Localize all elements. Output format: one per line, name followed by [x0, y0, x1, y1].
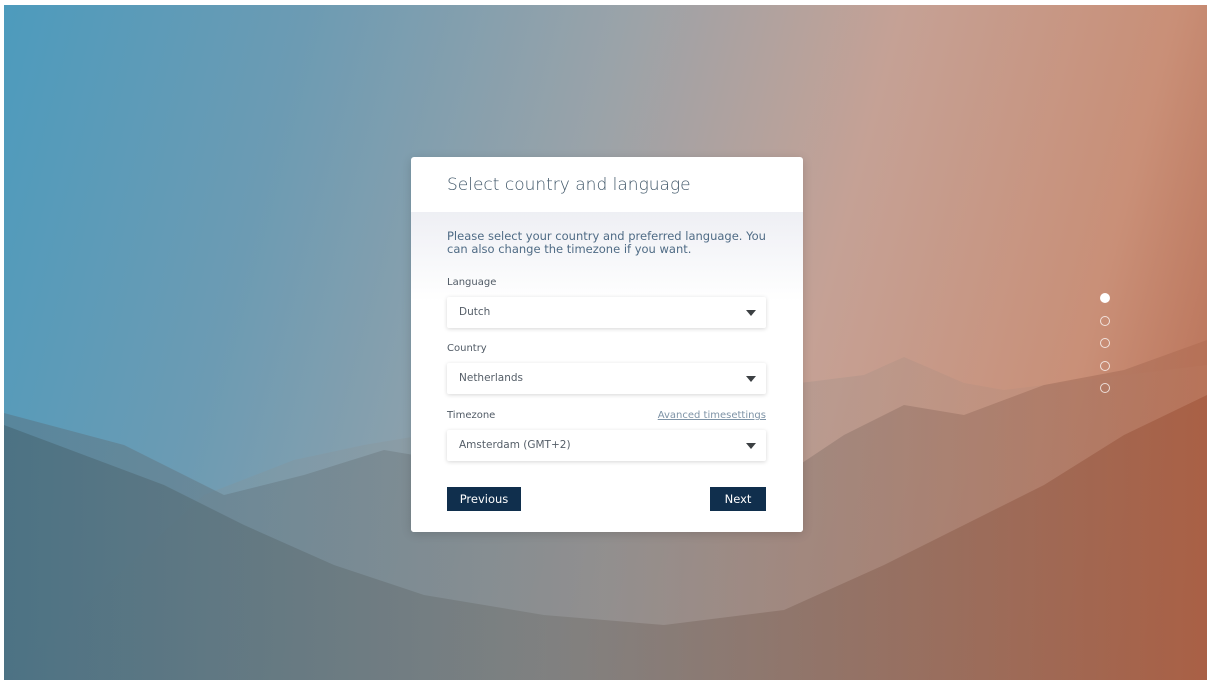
step-dot-1[interactable] — [1100, 293, 1110, 303]
chevron-down-icon — [746, 376, 756, 382]
timezone-value: Amsterdam (GMT+2) — [459, 439, 571, 451]
chevron-down-icon — [746, 310, 756, 316]
timezone-label: Timezone — [447, 410, 496, 421]
dialog-title: Select country and language — [447, 174, 691, 195]
language-select[interactable]: Dutch — [447, 297, 766, 328]
country-label: Country — [447, 343, 487, 354]
step-indicator — [1100, 293, 1110, 406]
next-button[interactable]: Next — [710, 487, 766, 511]
country-select[interactable]: Netherlands — [447, 363, 766, 394]
country-value: Netherlands — [459, 372, 524, 384]
setup-dialog: Select country and language Please selec… — [411, 157, 803, 532]
chevron-down-icon — [746, 443, 756, 449]
intro-text: Please select your country and preferred… — [447, 229, 766, 256]
previous-button[interactable]: Previous — [447, 487, 521, 511]
dialog-body: Please select your country and preferred… — [411, 212, 803, 532]
step-dot-4[interactable] — [1100, 360, 1110, 371]
step-dot-2[interactable] — [1100, 315, 1110, 326]
advanced-timesettings-link[interactable]: Avanced timesettings — [658, 410, 766, 421]
language-label: Language — [447, 277, 497, 288]
language-value: Dutch — [459, 306, 491, 318]
dialog-header: Select country and language — [411, 157, 803, 212]
step-dot-5[interactable] — [1100, 383, 1110, 393]
timezone-select[interactable]: Amsterdam (GMT+2) — [447, 430, 766, 461]
step-dot-3[interactable] — [1100, 338, 1110, 348]
